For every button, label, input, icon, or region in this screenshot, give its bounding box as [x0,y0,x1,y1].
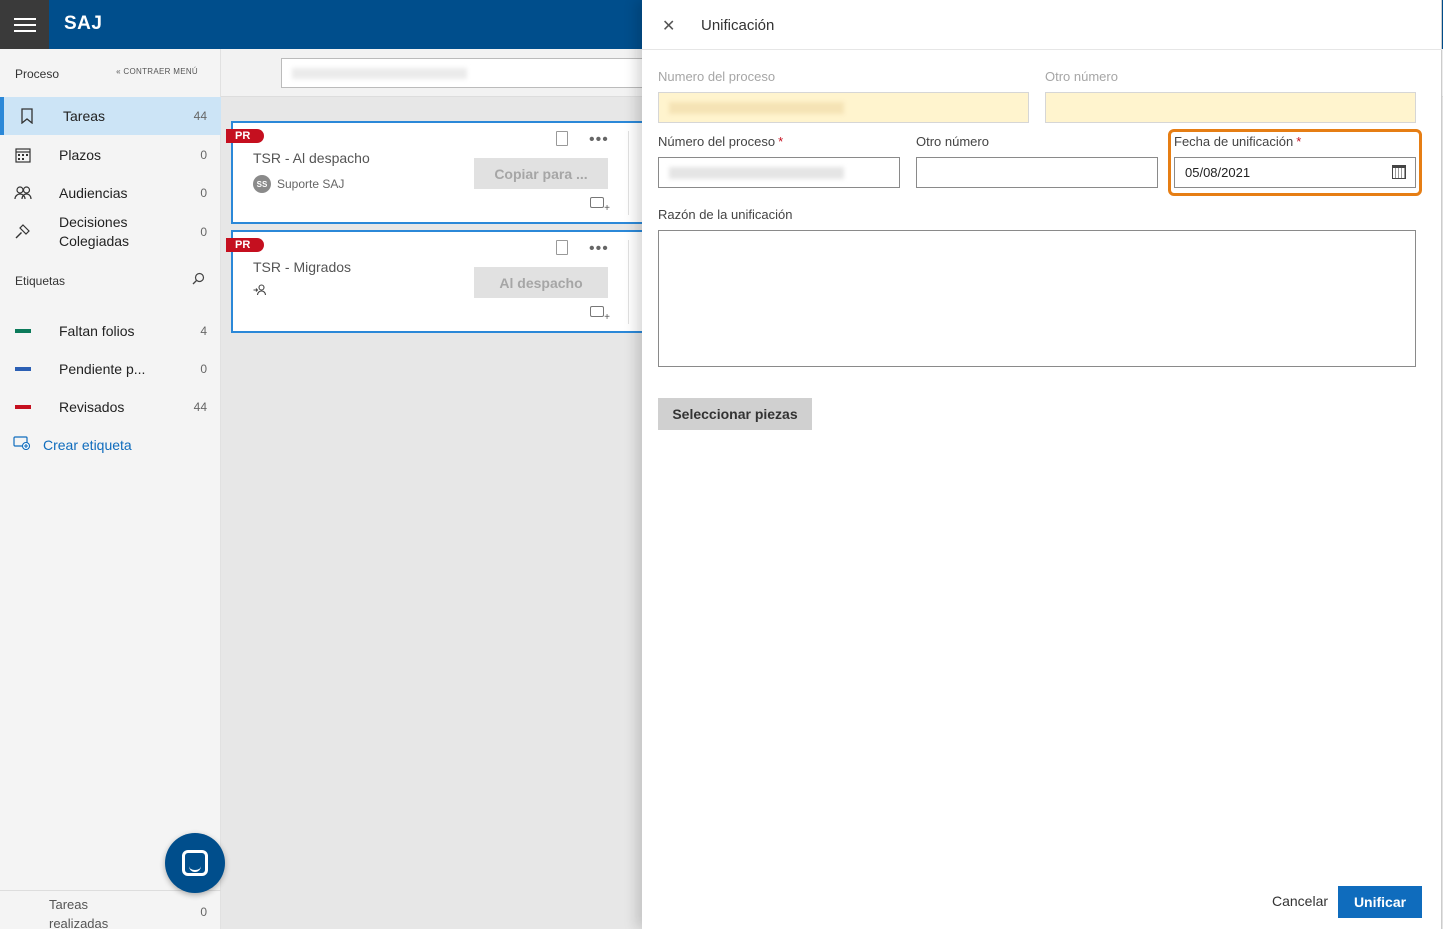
tag-item-faltan-folios[interactable]: Faltan folios 4 [0,312,221,350]
people-icon [14,184,32,202]
tag-count: 44 [193,400,207,414]
readonly-other-number-field [1045,92,1416,123]
select-pieces-button[interactable]: Seleccionar piezas [658,398,812,430]
add-tag-icon[interactable] [590,197,610,214]
card-action-button[interactable]: Copiar para ... [474,158,608,189]
sidebar-item-tareas[interactable]: Tareas 44 [0,97,221,135]
tag-color-bar [15,405,31,409]
tags-header: Etiquetas [15,274,66,288]
unify-button[interactable]: Unificar [1338,886,1422,918]
task-card[interactable]: PR ••• TSR - Migrados Al despacho [226,230,651,333]
completed-tasks-count: 0 [200,905,207,919]
tag-label: Pendiente p... [59,361,146,377]
highlight-box [1168,129,1422,196]
unification-panel: ✕ Unificación Numero del proceso Otro nú… [642,0,1442,929]
sidebar-item-label: Decisiones Colegiadas [59,214,130,249]
card-assignee: SS Suporte SAJ [253,175,344,193]
chat-icon [182,850,208,876]
cancel-button[interactable]: Cancelar [1272,893,1328,909]
card-title: TSR - Migrados [253,259,352,275]
assignee-name: Suporte SAJ [277,177,345,191]
sidebar-item-label: Tareas [63,108,106,124]
process-badge: PR [226,129,265,143]
close-icon[interactable]: ✕ [662,16,675,36]
sidebar-item-decisiones[interactable]: Decisiones Colegiadas 0 [0,212,221,252]
tag-label: Faltan folios [59,323,135,339]
assign-user-icon[interactable] [253,284,267,296]
more-options-icon[interactable]: ••• [589,131,609,149]
add-tag-icon[interactable] [590,306,610,323]
sidebar-header: Proceso [15,67,60,81]
create-tag-link[interactable]: Crear etiqueta [13,436,132,453]
panel-header: ✕ Unificación [642,0,1442,50]
tag-color-bar [15,329,31,333]
chat-button[interactable] [165,833,225,893]
process-number-label: Número del proceso * [658,134,784,149]
tag-count: 0 [200,362,207,376]
sidebar-item-label: Audiencias [59,185,128,201]
sidebar-item-count: 0 [200,148,207,162]
reason-label: Razón de la unificación [658,207,793,222]
gavel-icon [14,223,32,241]
tag-color-bar [15,367,31,371]
avatar: SS [253,175,271,193]
reason-textarea[interactable] [658,230,1416,367]
readonly-process-number-label: Numero del proceso [658,69,776,84]
process-badge: PR [226,238,265,252]
search-input[interactable] [281,58,681,88]
tag-item-pendiente[interactable]: Pendiente p... 0 [0,350,221,388]
tag-label: Revisados [59,399,125,415]
readonly-process-number-field [658,92,1029,123]
process-number-input[interactable] [658,157,900,188]
collapse-menu-button[interactable]: « CONTRAER MENÚ [116,67,198,76]
add-tag-icon [13,436,31,453]
tag-count: 4 [200,324,207,338]
sidebar-item-count: 0 [200,225,207,239]
document-icon[interactable] [556,131,568,146]
sidebar-item-count: 44 [193,109,207,123]
other-number-label: Otro número [916,134,989,149]
app-title: SAJ [64,13,103,34]
document-icon[interactable] [556,240,568,255]
sidebar-item-count: 0 [200,186,207,200]
readonly-other-number-label: Otro número [1045,69,1118,84]
sidebar-item-audiencias[interactable]: Audiencias 0 [0,174,221,212]
completed-tasks-item[interactable]: Tareas realizadas 0 [0,890,221,929]
calendar-icon [14,146,32,164]
task-card[interactable]: PR ••• TSR - Al despacho SS Suporte SAJ … [226,121,651,224]
more-options-icon[interactable]: ••• [589,240,609,258]
create-tag-label: Crear etiqueta [43,436,132,453]
card-divider [628,240,629,324]
card-title: TSR - Al despacho [253,150,370,166]
search-icon[interactable] [192,272,205,288]
tag-item-revisados[interactable]: Revisados 44 [0,388,221,426]
bookmark-icon [18,107,36,125]
other-number-input[interactable] [916,157,1158,188]
hamburger-menu-icon[interactable] [0,0,49,49]
sidebar-item-label: Plazos [59,147,102,163]
card-action-button[interactable]: Al despacho [474,267,608,298]
sidebar-item-plazos[interactable]: Plazos 0 [0,136,221,174]
completed-tasks-label: Tareas realizadas [49,897,109,929]
card-divider [628,131,629,215]
panel-title: Unificación [701,17,775,34]
sidebar: Proceso « CONTRAER MENÚ Tareas 44 Plazos… [0,49,221,929]
